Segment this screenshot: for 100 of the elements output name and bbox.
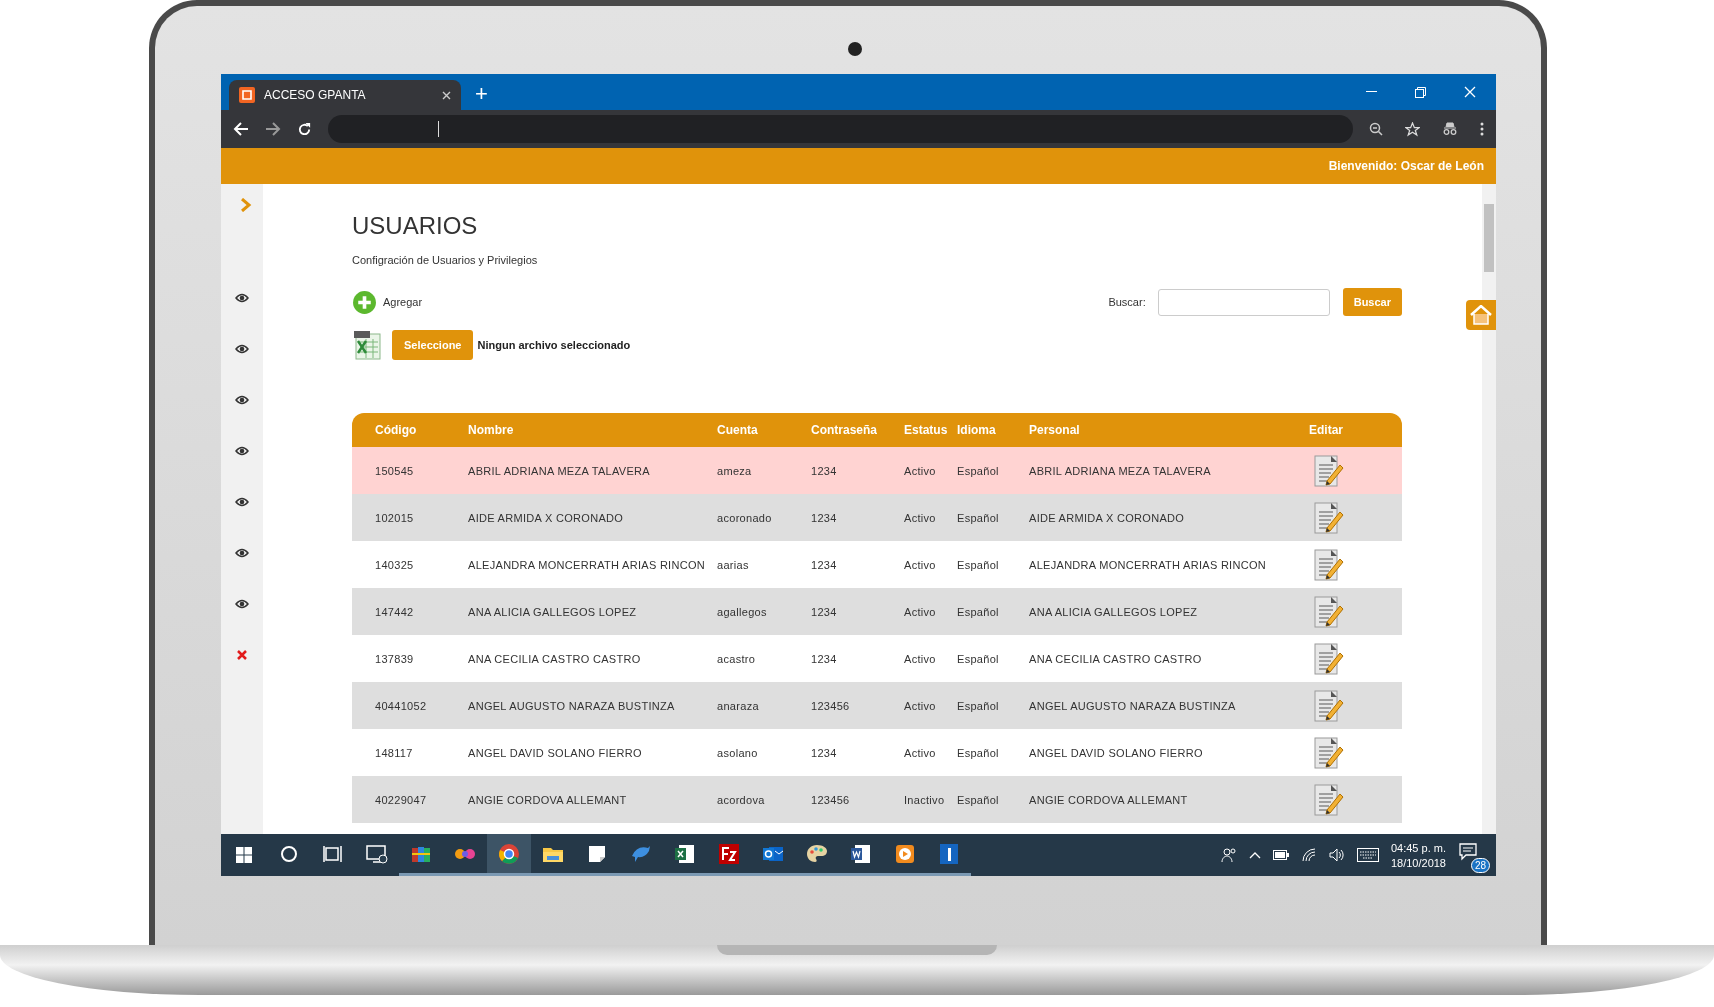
search-field[interactable] (1157, 288, 1330, 316)
table-cell-text: 123456 (811, 793, 851, 806)
table-cell-text: ANA CECILIA CASTRO CASTRO (1029, 652, 1203, 665)
address-field[interactable] (328, 115, 1353, 143)
chevron-up-icon[interactable] (1248, 851, 1261, 859)
eye-icon[interactable] (235, 548, 249, 558)
eye-icon[interactable] (235, 497, 249, 507)
table-cell-text: Español (957, 793, 1000, 806)
table-cell-text: ALEJANDRA MONCERRATH ARIAS RINCON (1029, 558, 1268, 571)
zoom-out-icon[interactable] (1369, 122, 1383, 136)
table-cell-text: agallegos (717, 605, 768, 618)
column-header: Contraseña (811, 423, 879, 437)
column-header: Personal (1029, 423, 1081, 437)
edit-document-icon[interactable] (1313, 499, 1345, 536)
edit-document-icon[interactable] (1313, 734, 1345, 771)
new-tab-button[interactable]: + (475, 81, 488, 107)
ftp-icon (717, 841, 741, 866)
table-cell-text: Español (957, 464, 1000, 477)
clock[interactable]: 04:45 p. m. 18/10/2018 (1390, 841, 1446, 869)
column-header: Idioma (957, 423, 997, 437)
table-cell-text: 137839 (375, 652, 415, 665)
plus-icon (352, 289, 377, 315)
menu-icon[interactable] (1480, 122, 1484, 136)
table-cell-text: 1234 (811, 605, 838, 618)
bar-app-icon (937, 841, 961, 866)
column-header: Nombre (468, 423, 515, 437)
table-cell-text: ALEJANDRA MONCERRATH ARIAS RINCON (468, 558, 707, 571)
home-icon (1470, 305, 1492, 325)
table-cell-text: Activo (904, 464, 937, 477)
table-cell-text: ameza (717, 464, 753, 477)
wifi-icon[interactable] (1300, 848, 1317, 862)
eye-icon[interactable] (235, 293, 249, 303)
welcome-text: Bienvenido: Oscar de León (1328, 159, 1484, 173)
edit-document-icon[interactable] (1313, 593, 1345, 630)
date-text: 18/10/2018 (1390, 856, 1446, 869)
battery-icon[interactable] (1272, 850, 1289, 860)
table-cell-text: Español (957, 558, 1000, 571)
reload-icon[interactable] (297, 121, 312, 137)
restore-icon[interactable] (1415, 86, 1426, 98)
edit-document-icon[interactable] (1313, 546, 1345, 583)
column-header: Estatus (904, 423, 949, 437)
eye-icon[interactable] (235, 344, 249, 354)
table-row[interactable]: 102015 AIDE ARMIDA X CORONADO acoronado 1234 Activo Español AIDE ARMIDA X CORONADO (352, 494, 1402, 541)
table-cell-text: ANGEL AUGUSTO NARAZA BUSTINZA (1029, 699, 1237, 712)
table-cell-text: 40441052 (375, 699, 428, 712)
table-cell-text: aarias (717, 558, 750, 571)
eye-icon[interactable] (235, 446, 249, 456)
people-icon[interactable] (1220, 847, 1237, 863)
speaker-icon[interactable] (1328, 848, 1345, 862)
edit-document-icon[interactable] (1313, 452, 1345, 489)
close-tab-icon[interactable] (442, 90, 451, 100)
table-cell-text: 150545 (375, 464, 415, 477)
table-cell-text: 40229047 (375, 793, 428, 806)
close-icon[interactable] (237, 650, 247, 660)
table-cell-text: 123456 (811, 699, 851, 712)
table-cell-text: 147442 (375, 605, 415, 618)
notification-count: 28 (1470, 858, 1490, 873)
message-icon (1458, 841, 1478, 861)
star-icon[interactable] (1405, 121, 1420, 137)
spreadsheet-file-icon (352, 330, 382, 360)
app-logo-icon (239, 87, 255, 103)
table-cell-text: ANGEL AUGUSTO NARAZA BUSTINZA (468, 699, 676, 712)
table-row[interactable]: 147442 ANA ALICIA GALLEGOS LOPEZ agallegos 1234 Activo Español ANA ALICIA GALLEGOS LOPEZ (352, 588, 1402, 635)
table-cell-text: ANGIE CORDOVA ALLEMANT (468, 793, 628, 806)
table-cell-text: 140325 (375, 558, 415, 571)
table-cell-text: 1234 (811, 464, 838, 477)
table-cell-text: Español (957, 699, 1000, 712)
table-cell-text: Inactivo (904, 793, 946, 806)
eye-icon[interactable] (235, 599, 249, 609)
page-title: USUARIOS (352, 212, 479, 240)
table-row[interactable]: 150545 ABRIL ADRIANA MEZA TALAVERA ameza 1234 Activo Español ABRIL ADRIANA MEZA TALAVERA (352, 447, 1402, 494)
table-cell-text: ANA ALICIA GALLEGOS LOPEZ (1029, 605, 1199, 618)
table-cell-text: Activo (904, 605, 937, 618)
table-cell-text: AIDE ARMIDA X CORONADO (1029, 511, 1186, 524)
table-row[interactable]: 40229047 ANGIE CORDOVA ALLEMANT acordova 123456 Inactivo Español ANGIE CORDOVA ALLEMANT (352, 776, 1402, 823)
add-button[interactable]: Agregar (352, 289, 423, 315)
edit-document-icon[interactable] (1313, 781, 1345, 818)
scrollbar[interactable] (1482, 184, 1496, 834)
column-header: Editar (1309, 423, 1344, 437)
minimize-icon[interactable] (1366, 91, 1377, 93)
keyboard-icon[interactable] (1356, 848, 1379, 862)
edit-document-icon[interactable] (1313, 640, 1345, 677)
table-cell-text: 148117 (375, 746, 414, 759)
table-cell-text: Activo (904, 511, 937, 524)
table-cell-text: ABRIL ADRIANA MEZA TALAVERA (468, 464, 651, 477)
back-arrow-icon[interactable] (233, 122, 249, 136)
eye-icon[interactable] (235, 395, 249, 405)
table-cell-text: ANA ALICIA GALLEGOS LOPEZ (468, 605, 638, 618)
file-status-text: Ningun archivo seleccionado (477, 339, 631, 351)
table-row[interactable]: 40441052 ANGEL AUGUSTO NARAZA BUSTINZA anaraza 123456 Activo Español ANGEL AUGUSTO NARAZA BUSTINZA (352, 682, 1402, 729)
table-cell-text: Español (957, 511, 1000, 524)
edit-document-icon[interactable] (1313, 687, 1345, 724)
table-cell-text: Español (957, 652, 1000, 665)
incognito-icon[interactable] (1442, 122, 1458, 136)
forward-arrow-icon[interactable] (265, 122, 281, 136)
search-label: Buscar: (1108, 296, 1146, 308)
table-cell-text: acoronado (717, 511, 773, 524)
table-cell-text: ANGIE CORDOVA ALLEMANT (1029, 793, 1189, 806)
table-cell-text: 1234 (811, 511, 838, 524)
browser-tab[interactable]: ACCESO GPANTA (229, 80, 461, 110)
